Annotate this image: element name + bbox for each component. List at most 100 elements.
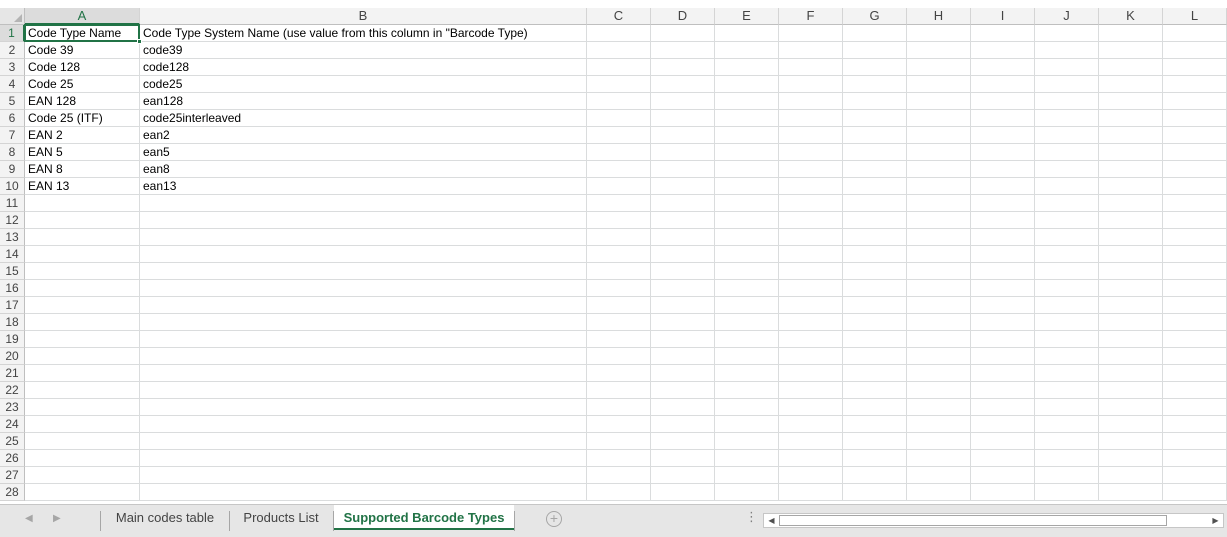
spreadsheet-grid[interactable]: ABCDEFGHIJKL 1 2 3 4 5 6 7 8 9 10 11 12 13 14 15 16 17 18…	[0, 0, 1227, 504]
cell-c23[interactable]	[587, 399, 651, 416]
cell-j28[interactable]	[1035, 484, 1099, 501]
row-header-8[interactable]: 8	[0, 144, 25, 161]
cell-e21[interactable]	[715, 365, 779, 382]
cell-f15[interactable]	[779, 263, 843, 280]
cell-h5[interactable]	[907, 93, 971, 110]
cell-h28[interactable]	[907, 484, 971, 501]
cell-h15[interactable]	[907, 263, 971, 280]
cell-l27[interactable]	[1163, 467, 1227, 484]
arrow-left-icon[interactable]: ◀	[765, 514, 778, 527]
cell-h25[interactable]	[907, 433, 971, 450]
cell-l3[interactable]	[1163, 59, 1227, 76]
cell-e2[interactable]	[715, 42, 779, 59]
column-header-k[interactable]: K	[1099, 8, 1163, 25]
cell-i7[interactable]	[971, 127, 1035, 144]
cell-h20[interactable]	[907, 348, 971, 365]
cell-k23[interactable]	[1099, 399, 1163, 416]
cell-g17[interactable]	[843, 297, 907, 314]
cell-i14[interactable]	[971, 246, 1035, 263]
cell-j20[interactable]	[1035, 348, 1099, 365]
cell-j6[interactable]	[1035, 110, 1099, 127]
row-header-4[interactable]: 4	[0, 76, 25, 93]
cell-c5[interactable]	[587, 93, 651, 110]
cell-b5[interactable]: ean128	[140, 93, 587, 110]
cell-b8[interactable]: ean5	[140, 144, 587, 161]
cell-i6[interactable]	[971, 110, 1035, 127]
cell-e8[interactable]	[715, 144, 779, 161]
cell-e23[interactable]	[715, 399, 779, 416]
cell-k15[interactable]	[1099, 263, 1163, 280]
row-header-14[interactable]: 14	[0, 246, 25, 263]
cell-c6[interactable]	[587, 110, 651, 127]
cell-e27[interactable]	[715, 467, 779, 484]
row-header-9[interactable]: 9	[0, 161, 25, 178]
cell-f21[interactable]	[779, 365, 843, 382]
cell-g11[interactable]	[843, 195, 907, 212]
cell-c3[interactable]	[587, 59, 651, 76]
cell-j26[interactable]	[1035, 450, 1099, 467]
cell-f27[interactable]	[779, 467, 843, 484]
cell-d4[interactable]	[651, 76, 715, 93]
cell-d3[interactable]	[651, 59, 715, 76]
cell-j15[interactable]	[1035, 263, 1099, 280]
cell-j18[interactable]	[1035, 314, 1099, 331]
cell-d15[interactable]	[651, 263, 715, 280]
cell-c22[interactable]	[587, 382, 651, 399]
row-header-17[interactable]: 17	[0, 297, 25, 314]
cell-i2[interactable]	[971, 42, 1035, 59]
cell-e11[interactable]	[715, 195, 779, 212]
cell-e24[interactable]	[715, 416, 779, 433]
cell-l11[interactable]	[1163, 195, 1227, 212]
cell-l18[interactable]	[1163, 314, 1227, 331]
cell-k9[interactable]	[1099, 161, 1163, 178]
cell-g13[interactable]	[843, 229, 907, 246]
tab-supported-barcode-types[interactable]: Supported Barcode Types	[334, 505, 514, 530]
cell-c11[interactable]	[587, 195, 651, 212]
row-header-25[interactable]: 25	[0, 433, 25, 450]
cell-j11[interactable]	[1035, 195, 1099, 212]
cell-j24[interactable]	[1035, 416, 1099, 433]
chevron-left-icon[interactable]: ◀	[25, 513, 33, 524]
cell-k13[interactable]	[1099, 229, 1163, 246]
row-header-19[interactable]: 19	[0, 331, 25, 348]
cell-k2[interactable]	[1099, 42, 1163, 59]
cell-i17[interactable]	[971, 297, 1035, 314]
cell-d19[interactable]	[651, 331, 715, 348]
cell-k21[interactable]	[1099, 365, 1163, 382]
cell-g27[interactable]	[843, 467, 907, 484]
column-header-l[interactable]: L	[1163, 8, 1227, 25]
cell-b16[interactable]	[140, 280, 587, 297]
cell-d26[interactable]	[651, 450, 715, 467]
cell-e15[interactable]	[715, 263, 779, 280]
cell-g5[interactable]	[843, 93, 907, 110]
tab-main-codes-table[interactable]: Main codes table	[104, 505, 226, 530]
cell-l25[interactable]	[1163, 433, 1227, 450]
row-header-3[interactable]: 3	[0, 59, 25, 76]
cell-k7[interactable]	[1099, 127, 1163, 144]
cell-d25[interactable]	[651, 433, 715, 450]
cell-k1[interactable]	[1099, 25, 1163, 42]
scrollbar-thumb[interactable]	[779, 515, 1167, 526]
cell-a14[interactable]	[25, 246, 140, 263]
cell-c28[interactable]	[587, 484, 651, 501]
cell-k4[interactable]	[1099, 76, 1163, 93]
cell-f12[interactable]	[779, 212, 843, 229]
cell-j9[interactable]	[1035, 161, 1099, 178]
cell-l8[interactable]	[1163, 144, 1227, 161]
cell-g6[interactable]	[843, 110, 907, 127]
cell-b27[interactable]	[140, 467, 587, 484]
cell-d6[interactable]	[651, 110, 715, 127]
cell-a22[interactable]	[25, 382, 140, 399]
cell-b2[interactable]: code39	[140, 42, 587, 59]
cell-l15[interactable]	[1163, 263, 1227, 280]
cell-f26[interactable]	[779, 450, 843, 467]
cell-f16[interactable]	[779, 280, 843, 297]
plus-circle-icon[interactable]: +	[546, 511, 562, 527]
cell-e20[interactable]	[715, 348, 779, 365]
cell-c7[interactable]	[587, 127, 651, 144]
cell-d2[interactable]	[651, 42, 715, 59]
cell-a2[interactable]: Code 39	[25, 42, 140, 59]
row-header-27[interactable]: 27	[0, 467, 25, 484]
cell-f9[interactable]	[779, 161, 843, 178]
cell-a27[interactable]	[25, 467, 140, 484]
